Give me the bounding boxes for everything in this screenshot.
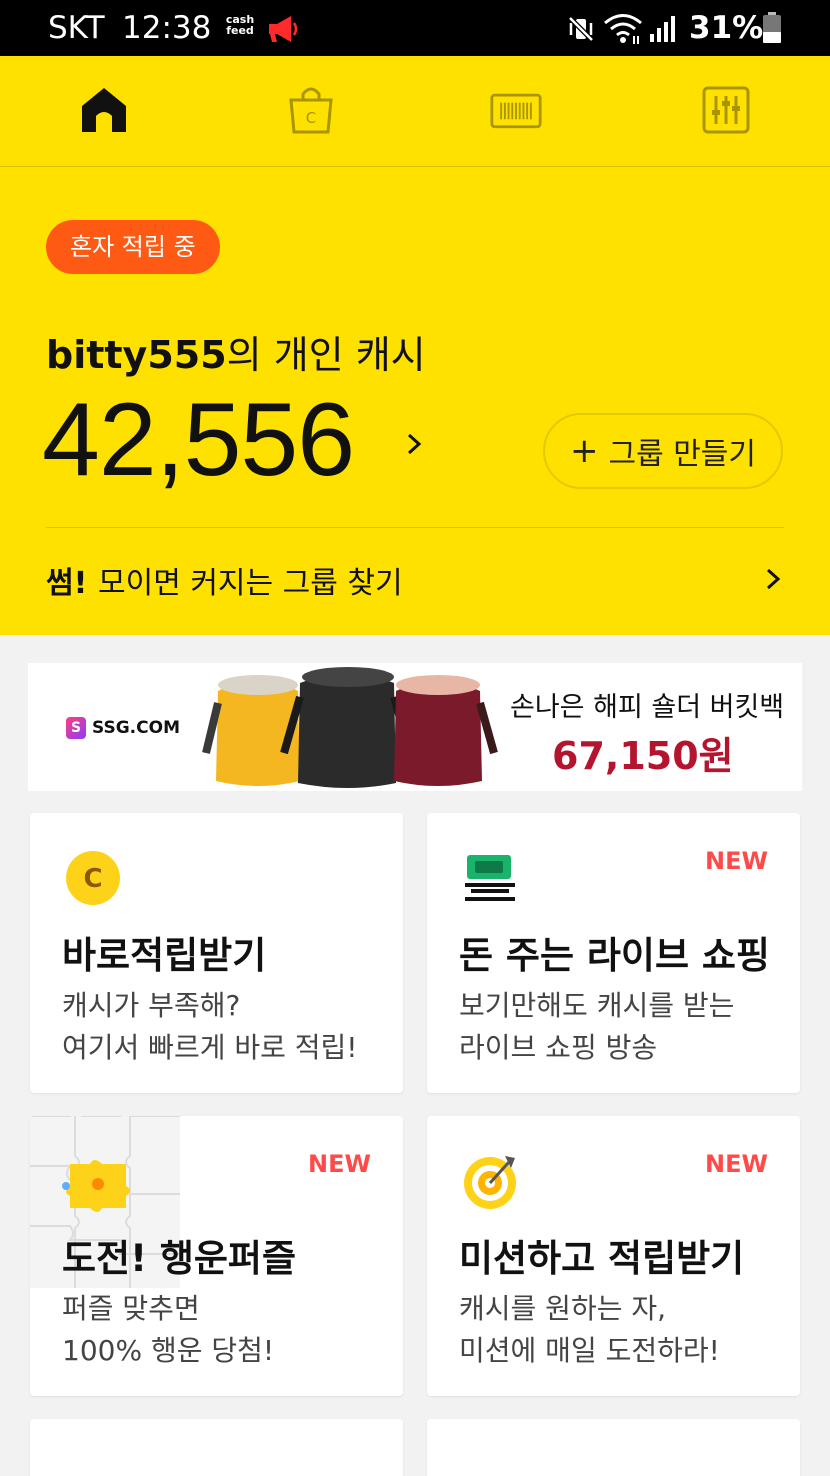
settings-sliders-icon[interactable] — [700, 84, 752, 136]
account-title: bitty555의 개인 캐시 — [46, 324, 426, 379]
bucket-bag-product-image — [202, 667, 498, 788]
divider — [46, 527, 784, 528]
home-icon[interactable] — [78, 84, 130, 136]
megaphone-icon — [269, 16, 298, 42]
ad-product-price: 67,150원 — [552, 734, 734, 778]
card-description-line: 라이브 쇼핑 방송 — [459, 1031, 658, 1064]
card-description-line: 보기만해도 캐시를 받는 — [459, 989, 735, 1022]
status-bar: SKT 12:38 cash feed 31% — [0, 0, 830, 56]
saving-mode-badge: 혼자 적립 중 — [46, 220, 220, 274]
money-bill-icon — [465, 855, 515, 901]
battery-percent: 31% — [689, 10, 764, 46]
svg-text:C: C — [83, 864, 102, 894]
shopping-cart-card[interactable] — [30, 1419, 403, 1476]
barcode-icon[interactable] — [490, 84, 542, 136]
username: bitty555 — [46, 333, 227, 377]
mission-card[interactable]: NEW 미션하고 적립받기 캐시를 원하는 자, 미션에 매일 도전하라! — [427, 1116, 800, 1396]
find-group-label: 모이면 커지는 그룹 찾기 — [98, 566, 403, 601]
instant-earn-card[interactable]: C 바로적립받기 캐시가 부족해? 여기서 빠르게 바로 적립! — [30, 813, 403, 1093]
chevron-right-icon — [766, 568, 781, 590]
shopping-bag-icon[interactable]: C — [285, 84, 337, 136]
cash-coin-icon: C — [66, 851, 120, 905]
card-description-line: 캐시가 부족해? — [62, 989, 241, 1022]
new-label: NEW — [705, 1150, 768, 1178]
target-icon — [464, 1156, 516, 1209]
ssg-logo: S SSG.COM — [66, 717, 180, 739]
create-group-button[interactable]: + 그룹 만들기 — [543, 413, 783, 489]
ad-banner[interactable]: S SSG.COM 손나은 해피 숄더 버킷백 67,150원 — [28, 663, 802, 791]
lucky-puzzle-card[interactable]: NEW 도전! 행운퍼즐 퍼즐 맞추면 100% 행운 당첨! — [30, 1116, 403, 1396]
cash-balance[interactable]: 42,556 — [42, 381, 355, 500]
card-description-line: 미션에 매일 도전하라! — [459, 1334, 720, 1367]
top-tab-bar: C — [0, 56, 830, 167]
cash-summary-panel: C 혼자 적립 중 bitty555의 개인 캐시 42,556 + 그룹 만들… — [0, 56, 830, 635]
account-title-suffix: 의 개인 캐시 — [226, 333, 426, 377]
new-label: NEW — [308, 1150, 371, 1178]
chevron-right-icon[interactable] — [403, 429, 425, 459]
live-shopping-card[interactable]: NEW 돈 주는 라이브 쇼핑 보기만해도 캐시를 받는 라이브 쇼핑 방송 — [427, 813, 800, 1093]
card-description: 보기만해도 캐시를 받는 라이브 쇼핑 방송 — [459, 985, 734, 1069]
card-description-line: 캐시를 원하는 자, — [459, 1292, 667, 1325]
card-description: 캐시를 원하는 자, 미션에 매일 도전하라! — [459, 1288, 720, 1372]
card-title: 바로적립받기 — [62, 934, 267, 977]
create-group-label: 그룹 만들기 — [608, 437, 757, 472]
mute-vibrate-icon — [568, 16, 594, 42]
find-group-link[interactable]: 썸! 모이면 커지는 그룹 찾기 — [46, 554, 786, 604]
card-description: 캐시가 부족해? 여기서 빠르게 바로 적립! — [62, 985, 358, 1069]
clock: 12:38 — [122, 10, 212, 46]
wifi-icon — [604, 14, 642, 44]
card-title: 돈 주는 라이브 쇼핑 — [459, 934, 770, 977]
card-title: 도전! 행운퍼즐 — [62, 1237, 296, 1280]
dots-icon — [461, 1455, 519, 1476]
card-description-line: 여기서 빠르게 바로 적립! — [62, 1031, 358, 1064]
card-title: 미션하고 적립받기 — [459, 1237, 745, 1280]
signal-icon — [650, 16, 675, 42]
battery-icon — [763, 12, 781, 43]
ssg-logo-text: SSG.COM — [92, 718, 180, 738]
cashfeed-notification-icon: cash feed — [225, 13, 255, 37]
ssg-logo-mark: S — [66, 717, 86, 739]
card-description-line: 100% 행운 당첨! — [62, 1334, 275, 1367]
card-description-line: 퍼즐 맞추면 — [62, 1292, 200, 1325]
find-group-brand: 썸! — [46, 566, 88, 601]
svg-text:C: C — [306, 109, 316, 127]
cart-icon — [64, 1455, 122, 1476]
feature-card[interactable] — [427, 1419, 800, 1476]
carrier-label: SKT — [48, 10, 105, 46]
ad-product-title: 손나은 해피 숄더 버킷백 — [510, 692, 785, 723]
plus-icon: + — [569, 431, 599, 471]
new-label: NEW — [705, 847, 768, 875]
card-description: 퍼즐 맞추면 100% 행운 당첨! — [62, 1288, 274, 1372]
